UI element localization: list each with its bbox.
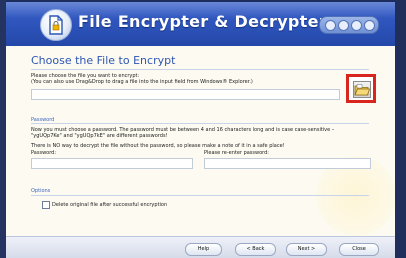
wizard-content: Choose the File to Encrypt Please choose…: [6, 46, 395, 236]
title-bar: File Encrypter & Decrypter: [6, 2, 395, 46]
password-label: Password:: [31, 150, 57, 156]
next-button[interactable]: Next >: [286, 243, 327, 256]
settings-window-button[interactable]: [338, 20, 349, 31]
app-title: File Encrypter & Decrypter: [78, 12, 327, 31]
file-path-input[interactable]: [31, 89, 340, 100]
browse-folder-icon: [353, 81, 371, 98]
file-hint: (You can also use Drag&Drop to drag a fi…: [31, 79, 253, 85]
password-reenter-label: Please re-enter password:: [204, 150, 269, 156]
close-window-button[interactable]: [364, 20, 375, 31]
password-divider: [31, 123, 369, 124]
options-section-title: Options: [31, 188, 51, 194]
app-window: File Encrypter & Decrypter Choose the Fi…: [6, 2, 395, 258]
minimize-window-button[interactable]: [351, 20, 362, 31]
password-input[interactable]: [31, 158, 193, 169]
options-divider: [31, 195, 369, 196]
delete-original-checkbox[interactable]: [42, 201, 50, 209]
browse-button[interactable]: [346, 74, 376, 103]
app-logo-icon: [40, 9, 72, 41]
delete-original-label: Delete original file after successful en…: [52, 202, 168, 208]
password-warning: There is NO way to decrypt the file with…: [31, 143, 285, 149]
help-window-button[interactable]: [325, 20, 336, 31]
password-info-line2: "ygUQp7Ke" and "ygUQp7kE" are different …: [31, 133, 168, 139]
right-frame: [395, 0, 406, 258]
window-controls: [319, 16, 379, 34]
close-button[interactable]: Close: [339, 243, 379, 256]
title-divider: [31, 69, 369, 70]
page-title: Choose the File to Encrypt: [31, 54, 176, 67]
back-button[interactable]: < Back: [235, 243, 276, 256]
wizard-footer: Help < Back Next > Close: [6, 236, 395, 258]
help-button[interactable]: Help: [185, 243, 222, 256]
password-reenter-input[interactable]: [204, 158, 371, 169]
